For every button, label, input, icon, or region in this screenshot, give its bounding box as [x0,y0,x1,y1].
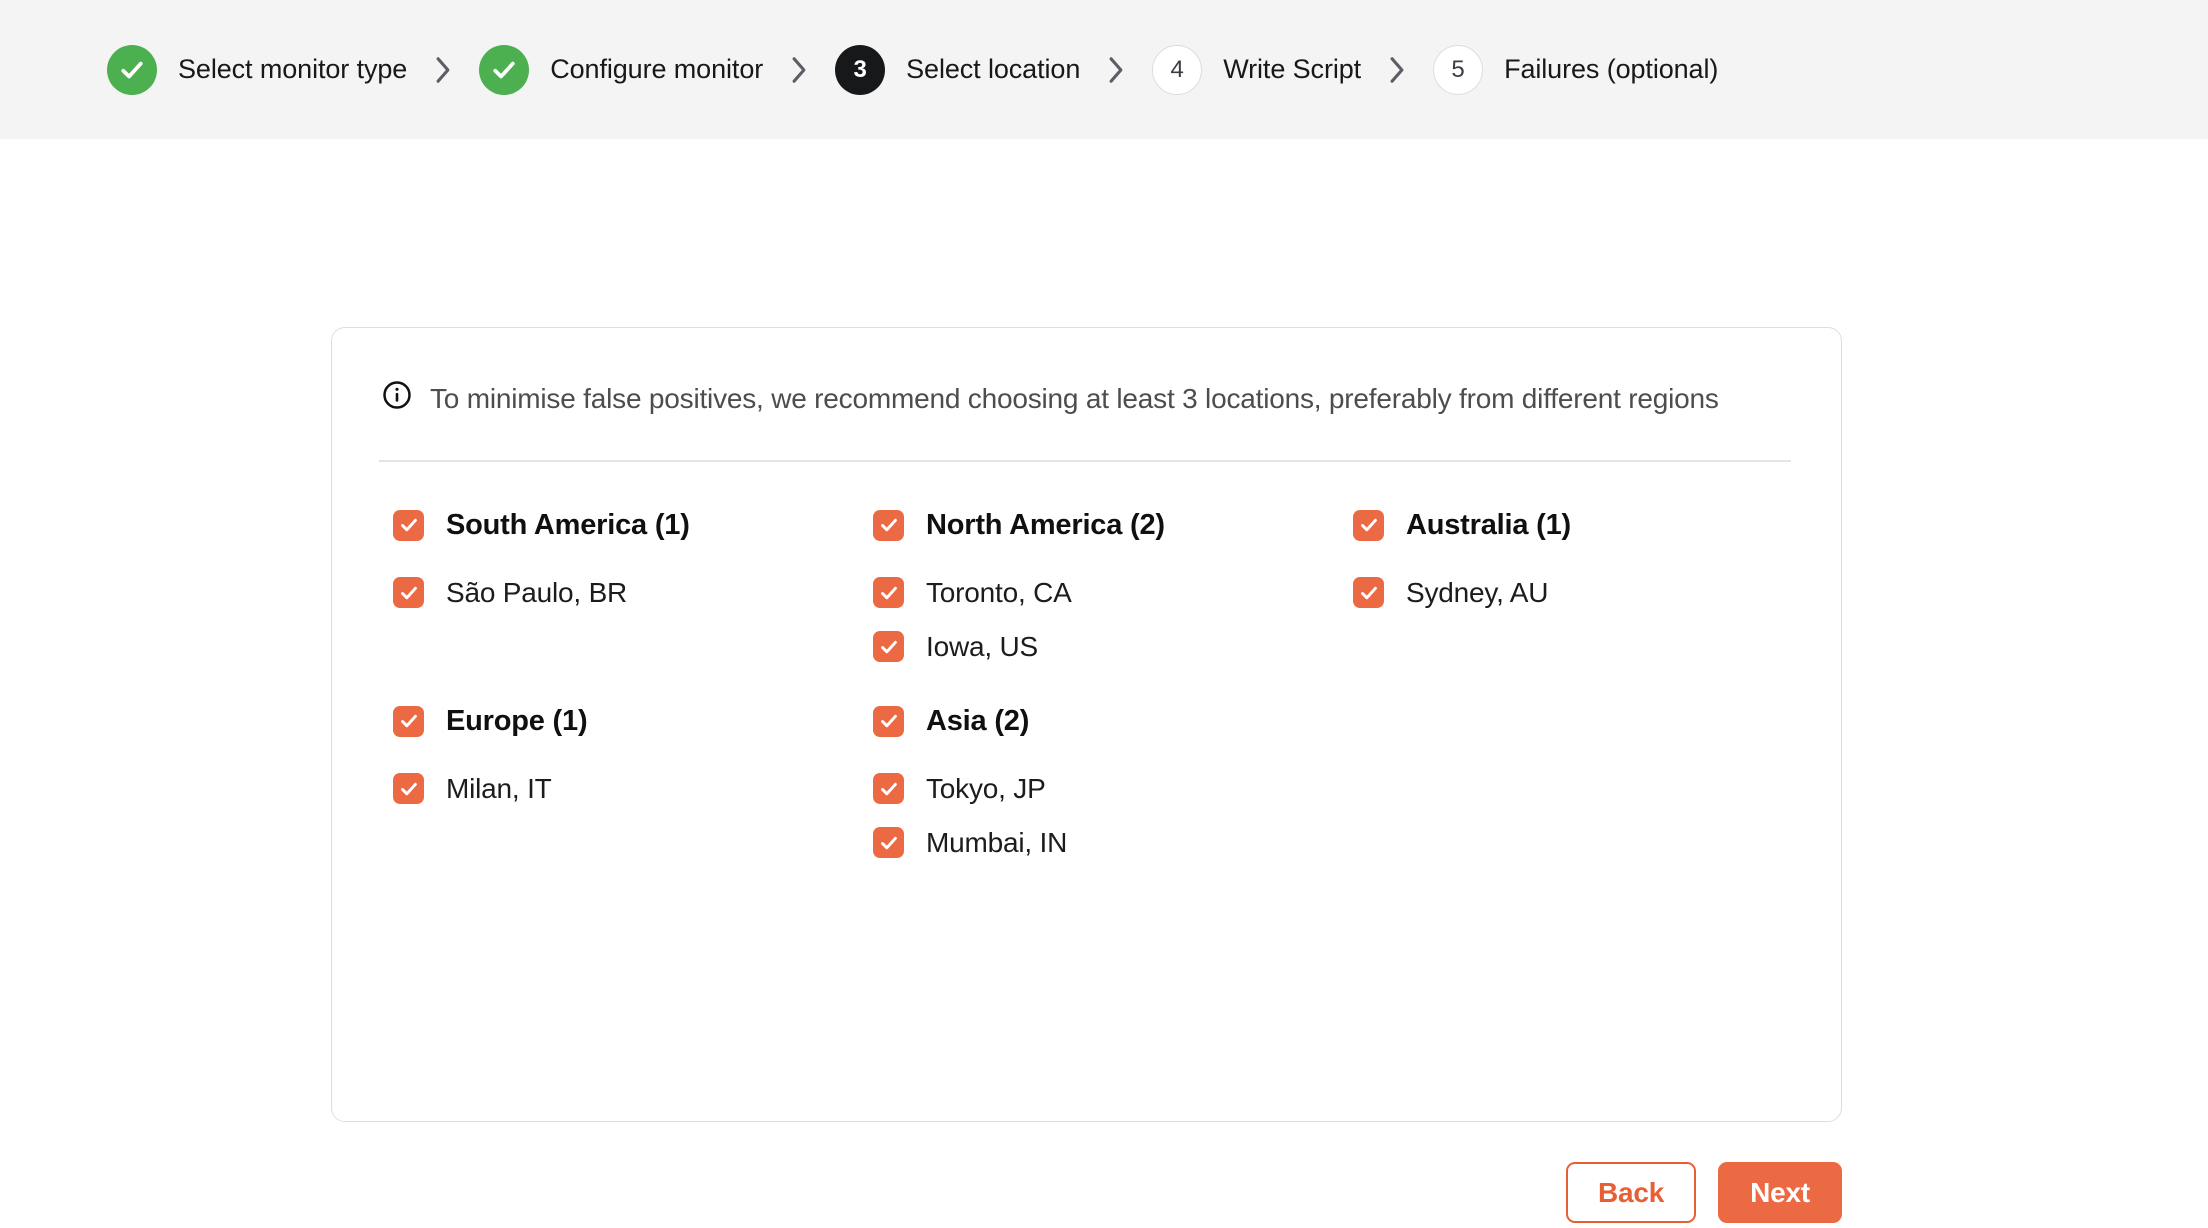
stepper-step-label: Failures (optional) [1504,54,1719,84]
city-checkbox-row[interactable]: Toronto, CA [873,566,1353,620]
stepper-step-5[interactable]: 5 Failures (optional) [1433,44,1719,95]
back-button[interactable]: Back [1565,1162,1697,1223]
city-checkbox-row[interactable]: Milan, IT [393,762,873,816]
city-checkbox[interactable] [393,773,424,804]
stepper-step-label: Select monitor type [178,54,408,84]
location-selection-card: To minimise false positives, we recommen… [331,327,1842,1122]
city-checkbox-row[interactable]: São Paulo, BR [393,566,873,620]
region-checkbox-row[interactable]: North America (2) [873,509,1353,542]
region-checkbox[interactable] [873,705,904,737]
stepper-step-4[interactable]: 4 Write Script [1152,44,1362,95]
wizard-actions: Back Next [0,1162,1842,1223]
step-number-3: 3 [835,44,886,95]
main-stage: To minimise false positives, we recommen… [0,139,2208,1228]
city-checkbox-row[interactable]: Iowa, US [873,620,1353,674]
region-checkbox[interactable] [393,509,424,541]
wizard-stepper: Select monitor type Configure monitor 3 Sel… [0,0,2208,139]
region-label: Asia (2) [926,704,1030,737]
region-block: Australia (1) Sydney, AU [1353,509,1833,705]
chevron-right-icon [1107,56,1125,84]
chevron-right-icon [434,56,452,84]
region-block: Asia (2) Tokyo, JP Mumbai, IN [873,705,1353,901]
stepper-step-2[interactable]: Configure monitor [479,44,764,95]
city-checkbox-row[interactable]: Sydney, AU [1353,566,1833,620]
city-label: Tokyo, JP [926,772,1046,804]
chevron-right-icon [1388,56,1406,84]
stepper-step-label: Write Script [1223,54,1362,84]
region-checkbox[interactable] [873,509,904,541]
city-checkbox[interactable] [393,577,424,608]
stepper-step-label: Configure monitor [550,54,764,84]
step-number-5: 5 [1433,44,1484,95]
region-label: Australia (1) [1406,508,1571,541]
region-label: North America (2) [926,508,1165,541]
region-checkbox-row[interactable]: Asia (2) [873,705,1353,738]
region-checkbox-row[interactable]: Australia (1) [1353,509,1833,542]
city-label: Toronto, CA [926,576,1072,608]
stepper-step-label: Select location [906,54,1081,84]
region-checkbox-row[interactable]: South America (1) [393,509,873,542]
info-circle-icon [382,380,412,415]
stepper-step-3[interactable]: 3 Select location [835,44,1081,95]
region-grid: South America (1) São Paulo, BR North Amer… [332,462,1841,901]
region-checkbox-row[interactable]: Europe (1) [393,705,873,738]
next-button[interactable]: Next [1718,1162,1842,1223]
step-check-icon [107,44,157,95]
city-checkbox[interactable] [873,577,904,608]
region-block: North America (2) Toronto, CA Iowa, US [873,509,1353,705]
city-checkbox[interactable] [1353,577,1384,608]
recommendation-notice: To minimise false positives, we recommen… [332,328,1841,423]
region-block: South America (1) São Paulo, BR [393,509,873,705]
city-label: São Paulo, BR [446,576,628,608]
chevron-right-icon [790,56,808,84]
city-checkbox-row[interactable]: Tokyo, JP [873,762,1353,816]
stepper-step-1[interactable]: Select monitor type [107,44,408,95]
city-checkbox-row[interactable]: Mumbai, IN [873,816,1353,870]
notice-text: To minimise false positives, we recommen… [430,383,1719,414]
city-checkbox[interactable] [873,827,904,858]
step-number-4: 4 [1152,44,1203,95]
city-label: Sydney, AU [1406,576,1549,608]
step-check-icon [479,44,530,95]
city-label: Mumbai, IN [926,826,1068,858]
city-checkbox[interactable] [873,773,904,804]
region-checkbox[interactable] [1353,509,1384,541]
region-label: South America (1) [446,508,690,541]
region-checkbox[interactable] [393,705,424,737]
region-label: Europe (1) [446,704,588,737]
city-label: Iowa, US [926,630,1038,662]
city-checkbox[interactable] [873,631,904,662]
region-block: Europe (1) Milan, IT [393,705,873,901]
city-label: Milan, IT [446,772,552,804]
